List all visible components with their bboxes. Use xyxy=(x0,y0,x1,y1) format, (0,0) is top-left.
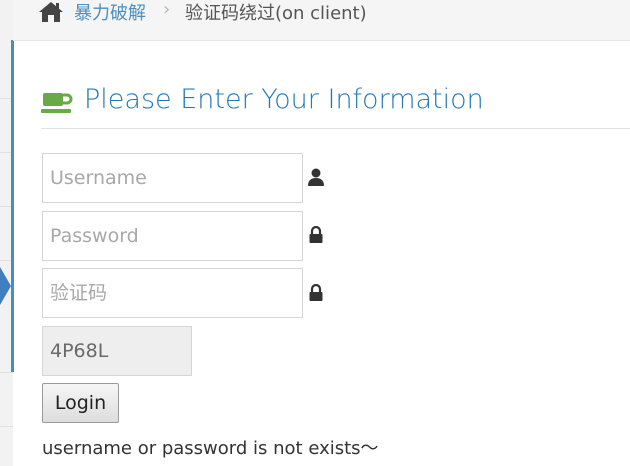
breadcrumb: 暴力破解 › 验证码绕过(on client) xyxy=(13,0,630,41)
sidebar-active-arrow xyxy=(0,267,11,305)
breadcrumb-current: 验证码绕过(on client) xyxy=(185,3,367,24)
status-message: username or password is not exists～ xyxy=(42,438,379,459)
sidebar-separator xyxy=(0,372,13,373)
username-input[interactable] xyxy=(42,153,303,203)
breadcrumb-link-parent[interactable]: 暴力破解 xyxy=(74,0,146,25)
coffee-icon xyxy=(41,87,73,115)
login-button[interactable]: Login xyxy=(42,383,119,423)
password-input[interactable] xyxy=(42,211,303,261)
sidebar-separator xyxy=(0,426,13,427)
user-icon xyxy=(308,168,324,186)
home-icon[interactable] xyxy=(38,1,64,23)
page: 暴力破解 › 验证码绕过(on client) Please Enter You… xyxy=(0,0,630,466)
page-title: Please Enter Your Information xyxy=(84,84,484,115)
lock-icon xyxy=(308,225,324,244)
lock-icon xyxy=(308,283,324,302)
chevron-right-icon: › xyxy=(163,0,171,20)
captcha-code[interactable]: 4P68L xyxy=(42,326,192,376)
page-header: Please Enter Your Information xyxy=(41,84,630,129)
sidebar-active-indicator xyxy=(11,40,14,372)
captcha-input[interactable] xyxy=(42,268,303,318)
